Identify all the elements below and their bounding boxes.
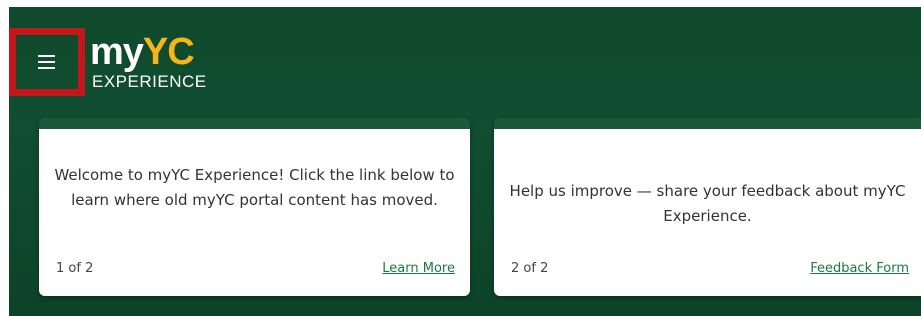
logo-yc: YC [142,31,195,73]
card-message: Welcome to myYC Experience! Click the li… [54,166,455,209]
logo-my: my [90,31,144,73]
card-message: Help us improve — share your feedback ab… [509,182,906,225]
announcement-card-2: Help us improve — share your feedback ab… [494,118,921,296]
feedback-form-link[interactable]: Feedback Form [810,261,909,276]
learn-more-link[interactable]: Learn More [382,261,455,276]
card-counter: 2 of 2 [511,261,549,276]
myyc-logo[interactable]: myYC EXPERIENCE [90,32,207,92]
logo-wordmark: myYC [90,32,207,72]
card-counter: 1 of 2 [56,261,94,276]
hamburger-menu-icon[interactable] [38,55,60,73]
announcement-card-1: Welcome to myYC Experience! Click the li… [39,118,470,296]
logo-subtitle: EXPERIENCE [92,72,207,91]
